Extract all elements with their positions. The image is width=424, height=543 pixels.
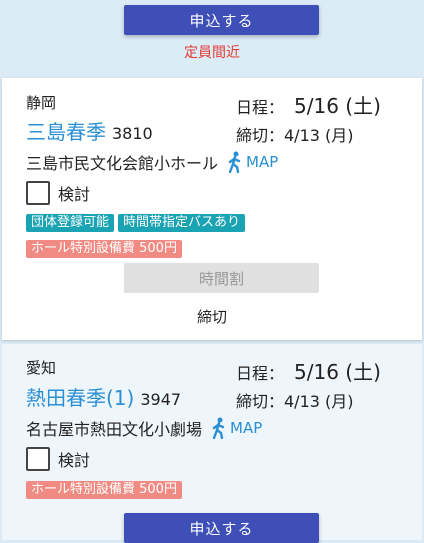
schedule-label: 日程： [236, 364, 285, 383]
consider-label[interactable]: 検討 [58, 447, 90, 471]
capacity-warning: 定員間近 [184, 45, 240, 61]
fee-tags: ホール特別設備費 500円 [26, 240, 182, 258]
tag-group-registration: 団体登録可能 [26, 214, 115, 232]
map-link[interactable]: MAP [228, 151, 278, 173]
walking-person-icon [212, 417, 225, 439]
apply-button[interactable]: 申込する [124, 513, 319, 543]
event-title[interactable]: 三島春季 3810 [26, 116, 153, 145]
consider-checkbox-row[interactable]: 検討 [26, 181, 90, 205]
event-code: 3947 [140, 390, 182, 409]
event-title-text[interactable]: 三島春季 [26, 120, 106, 144]
previous-card-footer: 申込する 定員間近 [0, 0, 424, 72]
tag-hall-fee: ホール特別設備費 500円 [26, 481, 182, 499]
walking-person-icon [228, 151, 241, 173]
event-title-text[interactable]: 熱田春季(1) [26, 386, 134, 410]
schedule: 日程： 5/16 (土) [236, 90, 381, 119]
map-label[interactable]: MAP [246, 153, 278, 171]
schedule-date: 5/16 (土) [294, 94, 381, 118]
feature-tags: 団体登録可能 時間帯指定バスあり [26, 214, 246, 232]
map-label[interactable]: MAP [230, 419, 262, 437]
event-code: 3810 [112, 124, 153, 143]
consider-label[interactable]: 検討 [58, 181, 90, 205]
venue-row: 名古屋市熱田文化小劇場 MAP [26, 416, 262, 440]
prefecture-label: 静岡 [26, 94, 57, 112]
consider-checkbox[interactable] [26, 447, 50, 471]
event-title[interactable]: 熱田春季(1) 3947 [26, 382, 181, 411]
map-link[interactable]: MAP [212, 417, 262, 439]
consider-checkbox[interactable] [26, 181, 50, 205]
venue-name: 三島市民文化会館小ホール [26, 154, 219, 173]
deadline: 締切：4/13 (月) [236, 126, 354, 145]
schedule-label: 日程： [236, 98, 285, 117]
closed-status: 締切 [196, 308, 227, 326]
schedule-date: 5/16 (土) [294, 360, 381, 384]
venue-row: 三島市民文化会館小ホール MAP [26, 150, 278, 174]
consider-checkbox-row[interactable]: 検討 [26, 447, 90, 471]
tag-hall-fee: ホール特別設備費 500円 [26, 240, 182, 258]
event-card: 静岡 三島春季 3810 日程： 5/16 (土) 締切：4/13 (月) 三島市民… [2, 78, 422, 340]
fee-tags: ホール特別設備費 500円 [26, 481, 182, 499]
event-card: 愛知 熱田春季(1) 3947 日程： 5/16 (土) 締切：4/13 (月) 名… [2, 344, 422, 543]
venue-name: 名古屋市熱田文化小劇場 [26, 420, 203, 439]
timetable-button[interactable]: 時間割 [124, 263, 319, 293]
tag-timed-bus: 時間帯指定バスあり [118, 214, 246, 232]
prefecture-label: 愛知 [26, 359, 57, 377]
apply-button[interactable]: 申込する [124, 5, 319, 35]
schedule: 日程： 5/16 (土) [236, 356, 381, 385]
deadline: 締切：4/13 (月) [236, 392, 354, 411]
